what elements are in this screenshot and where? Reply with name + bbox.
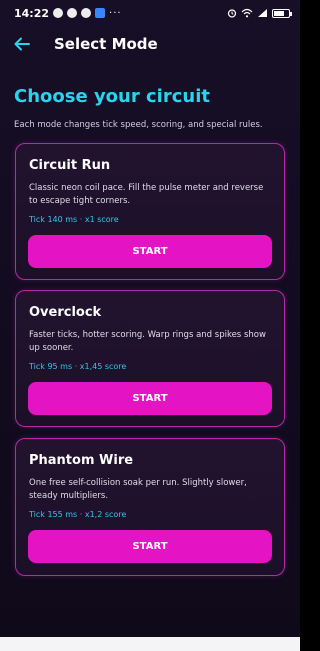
wifi-icon bbox=[241, 8, 253, 18]
signal-icon bbox=[258, 9, 267, 17]
arrow-left-icon bbox=[14, 37, 30, 51]
app-notification-icon bbox=[95, 8, 106, 18]
subtitle: Each mode changes tick speed, scoring, a… bbox=[14, 120, 263, 130]
page-title: Select Mode bbox=[54, 35, 158, 53]
app-bar: Select Mode bbox=[0, 28, 300, 60]
status-right bbox=[227, 8, 292, 18]
alarm-icon bbox=[227, 9, 237, 18]
mode-title: Overclock bbox=[29, 305, 102, 320]
mode-title: Phantom Wire bbox=[29, 453, 134, 468]
battery-icon bbox=[272, 8, 292, 18]
mode-title: Circuit Run bbox=[29, 158, 111, 173]
status-bar: 14:22 ··· bbox=[0, 0, 300, 26]
battery-level bbox=[274, 10, 284, 16]
social-icon bbox=[81, 8, 92, 18]
back-button[interactable] bbox=[2, 28, 42, 60]
mode-description: Faster ticks, hotter scoring. Warp rings… bbox=[29, 330, 266, 353]
system-navigation-bar bbox=[0, 637, 300, 651]
mode-card-overclock: Overclock Faster ticks, hotter scoring. … bbox=[15, 290, 285, 427]
start-button-phantom-wire[interactable]: START bbox=[28, 530, 272, 563]
mode-card-phantom-wire: Phantom Wire One free self-collision soa… bbox=[15, 438, 285, 576]
notification-icon bbox=[53, 8, 64, 18]
status-time: 14:22 bbox=[14, 6, 50, 20]
start-button-circuit-run[interactable]: START bbox=[28, 235, 272, 268]
status-left: 14:22 ··· bbox=[14, 7, 122, 20]
mode-card-circuit-run: Circuit Run Classic neon coil pace. Fill… bbox=[15, 143, 285, 280]
mode-description: One free self-collision soak per run. Sl… bbox=[29, 478, 247, 501]
start-button-overclock[interactable]: START bbox=[28, 382, 272, 415]
mode-meta: Tick 155 ms · x1,2 score bbox=[29, 510, 127, 519]
messenger-icon bbox=[67, 8, 78, 18]
more-notifications-icon: ··· bbox=[109, 7, 122, 19]
headline: Choose your circuit bbox=[14, 86, 210, 107]
mode-meta: Tick 95 ms · x1,45 score bbox=[29, 362, 127, 371]
mode-description: Classic neon coil pace. Fill the pulse m… bbox=[29, 183, 264, 206]
mode-meta: Tick 140 ms · x1 score bbox=[29, 215, 119, 224]
select-mode-screen: 14:22 ··· Select Mode Choose your circui… bbox=[0, 0, 300, 651]
